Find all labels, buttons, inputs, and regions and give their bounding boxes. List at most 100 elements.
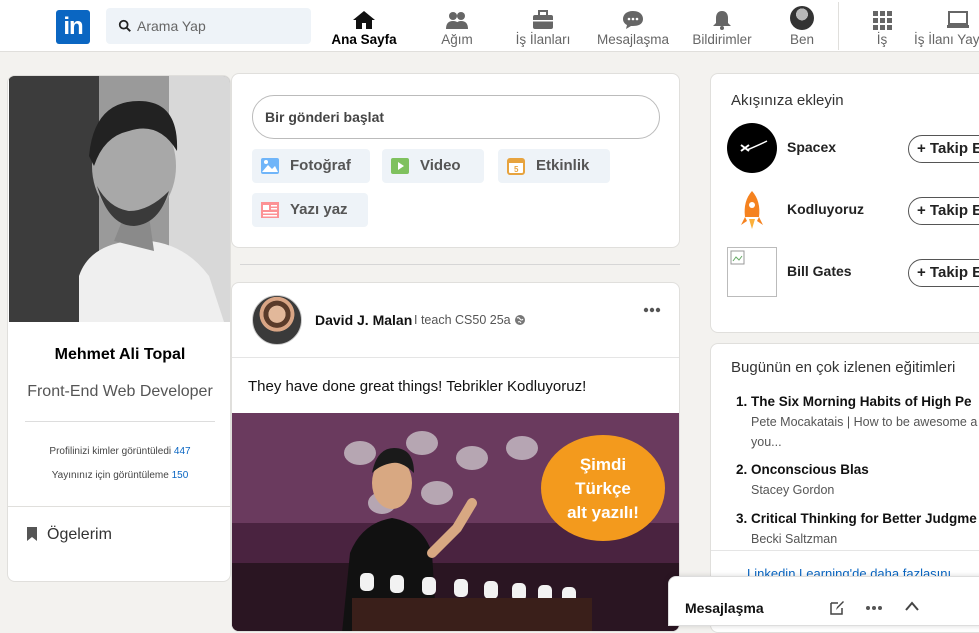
course-author: Pete Mocakatais | How to be awesome a	[751, 415, 978, 429]
profile-card: Mehmet Ali Topal Front-End Web Developer…	[7, 75, 231, 582]
nav-notifications-label: Bildirimler	[692, 32, 752, 47]
nav-network[interactable]: Ağım	[432, 6, 482, 50]
nav-home[interactable]: Ana Sayfa	[330, 6, 398, 50]
messaging-dock-title[interactable]: Mesajlaşma	[685, 600, 764, 616]
article-icon	[261, 202, 279, 218]
badge-line-2: Türkçe	[575, 479, 631, 498]
follow-button[interactable]: + Takip E	[908, 135, 979, 163]
search-box[interactable]	[106, 8, 311, 44]
my-items-link[interactable]: Ögelerim	[47, 526, 112, 544]
nav-me-label: Ben	[789, 32, 815, 47]
linkedin-logo[interactable]: in	[56, 10, 90, 44]
photo-button-label: Fotoğraf	[290, 157, 351, 174]
add-to-feed-card: Akışınıza ekleyin Spacex + Takip E Kodlu…	[710, 73, 979, 333]
profile-views-count: 447	[173, 446, 191, 457]
bell-icon	[713, 11, 731, 30]
nav-me[interactable]: Ben	[786, 6, 818, 50]
courses-divider	[711, 550, 979, 551]
follow-item: Bill Gates + Takip E	[727, 247, 979, 297]
follow-item-name[interactable]: Kodluyoruz	[787, 201, 864, 217]
bookmark-icon	[27, 527, 37, 541]
svg-text:5: 5	[514, 165, 519, 174]
follow-button[interactable]: + Takip E	[908, 197, 979, 225]
top-navbar: in Ana Sayfa Ağım İş İlanları Mesajlaşma…	[0, 0, 979, 52]
profile-views-label: Profilinizi kimler görüntüledi	[49, 446, 172, 457]
post-views-count: 150	[171, 470, 189, 481]
nav-post-job-label: İş İlanı Yay	[914, 32, 979, 47]
nav-messaging[interactable]: Mesajlaşma	[594, 6, 672, 50]
event-button[interactable]: 5 Etkinlik	[498, 149, 610, 183]
nav-jobs[interactable]: İş İlanları	[510, 6, 576, 50]
course-title[interactable]: 1. The Six Morning Habits of High Pe	[736, 394, 972, 409]
post-divider	[232, 357, 679, 358]
globe-icon	[515, 315, 525, 325]
profile-divider	[25, 421, 215, 422]
nav-post-job[interactable]: İş İlanı Yay	[914, 6, 979, 50]
search-input[interactable]	[137, 16, 297, 36]
profile-photo[interactable]	[9, 76, 230, 322]
kodluyoruz-logo[interactable]	[727, 185, 777, 235]
more-options-icon[interactable]	[643, 307, 661, 313]
avatar	[790, 6, 814, 30]
photo-button[interactable]: Fotoğraf	[252, 149, 370, 183]
feed-post: David J. Malan I teach CS50 25a They hav…	[231, 282, 680, 632]
nav-work-label: İş	[876, 32, 888, 47]
network-icon	[446, 12, 468, 29]
photo-icon	[261, 158, 279, 174]
post-views-stat[interactable]: Yayınınız için görüntüleme 150	[8, 470, 230, 481]
follow-item-name[interactable]: Bill Gates	[787, 263, 852, 279]
profile-portrait-image	[9, 76, 230, 322]
course-title[interactable]: 3. Critical Thinking for Better Judgme	[736, 511, 977, 526]
spacex-logo[interactable]	[727, 123, 777, 173]
post-image[interactable]: Şimdi Türkçe alt yazılı!	[232, 413, 679, 631]
video-button[interactable]: Video	[382, 149, 484, 183]
follow-item: Spacex + Takip E	[727, 123, 979, 173]
post-text: They have done great things! Tebrikler K…	[248, 378, 587, 395]
profile-divider-2	[8, 506, 230, 507]
messaging-icon	[623, 11, 643, 29]
compose-icon[interactable]	[829, 600, 845, 616]
calendar-icon: 5	[507, 158, 525, 175]
top-courses-title: Bugünün en çok izlenen eğitimleri	[731, 359, 956, 376]
nav-jobs-label: İş İlanları	[515, 32, 571, 47]
course-author: Becki Saltzman	[751, 532, 838, 546]
author-avatar[interactable]	[252, 295, 302, 345]
nav-work[interactable]: İş	[868, 6, 896, 50]
nav-home-label: Ana Sayfa	[331, 32, 397, 47]
chevron-up-icon[interactable]	[904, 600, 920, 612]
post-author-meta: I teach CS50 25a	[414, 313, 511, 327]
course-author: Stacey Gordon	[751, 483, 835, 497]
feed-divider	[240, 264, 680, 265]
nav-notifications[interactable]: Bildirimler	[688, 6, 756, 50]
video-icon	[391, 158, 409, 174]
nav-divider	[838, 2, 839, 50]
post-author-name[interactable]: David J. Malan	[315, 312, 412, 328]
event-button-label: Etkinlik	[536, 157, 590, 174]
home-icon	[353, 11, 375, 29]
grid-icon	[873, 11, 892, 30]
profile-views-stat[interactable]: Profilinizi kimler görüntüledi 447	[8, 446, 230, 457]
write-article-button[interactable]: Yazı yaz	[252, 193, 368, 227]
share-box: Bir gönderi başlat Fotoğraf Video 5 Etki…	[231, 73, 680, 248]
badge-line-3: alt yazılı!	[567, 503, 639, 522]
course-title[interactable]: 2. Onconscious Blas	[736, 462, 869, 477]
post-views-label: Yayınınız için görüntüleme	[51, 470, 169, 481]
write-article-label: Yazı yaz	[290, 201, 348, 218]
messaging-dock[interactable]: Mesajlaşma	[668, 576, 979, 626]
nav-messaging-label: Mesajlaşma	[596, 32, 670, 47]
start-post-input[interactable]: Bir gönderi başlat	[252, 95, 660, 139]
follow-item: Kodluyoruz + Takip E	[727, 185, 979, 235]
broken-image-icon[interactable]	[727, 247, 777, 297]
badge-line-1: Şimdi	[579, 455, 627, 474]
search-icon	[118, 19, 131, 32]
briefcase-icon	[533, 10, 553, 29]
nav-network-label: Ağım	[441, 32, 473, 47]
more-options-icon[interactable]	[865, 605, 883, 611]
course-author-continued: you...	[751, 435, 782, 449]
video-button-label: Video	[420, 157, 461, 174]
add-to-feed-title: Akışınıza ekleyin	[731, 92, 844, 109]
follow-button[interactable]: + Takip E	[908, 259, 979, 287]
profile-name[interactable]: Mehmet Ali Topal	[8, 346, 230, 364]
follow-item-name[interactable]: Spacex	[787, 139, 836, 155]
subtitle-badge: Şimdi Türkçe alt yazılı!	[541, 435, 665, 541]
